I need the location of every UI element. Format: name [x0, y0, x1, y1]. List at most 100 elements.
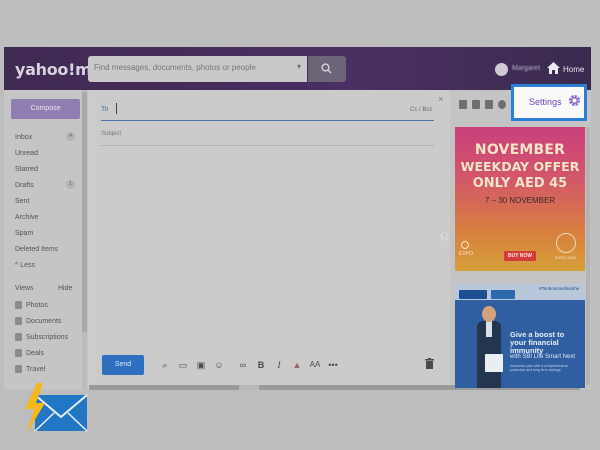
- search-box[interactable]: ▾: [88, 56, 307, 82]
- calendar-icon[interactable]: [472, 100, 480, 109]
- sidebar-item-label: Deals: [26, 349, 44, 357]
- scrollbar-thumb[interactable]: [82, 92, 87, 332]
- sidebar-scrollbar[interactable]: [82, 90, 87, 390]
- to-underline: [101, 120, 434, 121]
- sidebar-item-starred[interactable]: Starred: [15, 166, 75, 173]
- travel-icon: [15, 365, 22, 373]
- subject-underline: [101, 145, 434, 146]
- ad-fine-print: Insurance plan with a comprehensive prot…: [510, 364, 568, 372]
- buy-now-button[interactable]: BUY NOW: [504, 251, 536, 261]
- medal-icon: [556, 233, 576, 253]
- ad-hashtag: #Tenbosmoefanishe: [539, 286, 580, 291]
- sidebar-item-unread[interactable]: Unread: [15, 150, 75, 157]
- more-options-icon[interactable]: •••: [327, 359, 339, 371]
- ad-headline: WEEKDAY OFFER: [460, 159, 580, 174]
- ad-expo-offer[interactable]: NOVEMBER WEEKDAY OFFER ONLY AED 45 7 – 3…: [455, 127, 585, 271]
- sidebar-item-label: Subscriptions: [26, 333, 69, 341]
- sidebar-item-label: Inbox: [15, 134, 33, 141]
- sidebar-item-sent[interactable]: Sent: [15, 198, 75, 205]
- sidebar-item-subscriptions[interactable]: Subscriptions: [15, 333, 68, 341]
- sidebar-item-label: Deleted Items: [15, 246, 59, 253]
- gif-icon[interactable]: ▭: [177, 359, 189, 371]
- sidebar: Compose Inbox 4 Unread Starred Drafts 1 …: [4, 90, 88, 390]
- sidebar-item-spam[interactable]: Spam: [15, 230, 75, 237]
- subscriptions-icon: [15, 333, 22, 341]
- search-button[interactable]: [308, 56, 346, 82]
- settings-label: Settings: [529, 97, 562, 107]
- ad-headline: Give a boost to your financial immunity: [510, 330, 565, 355]
- expo-logo-icon: [461, 241, 469, 249]
- home-link[interactable]: Home: [563, 65, 584, 74]
- count-badge: 1: [66, 180, 75, 189]
- ad-person-image: [477, 306, 503, 388]
- notepad-icon[interactable]: [485, 100, 493, 109]
- views-heading: Views: [15, 285, 34, 292]
- ad-insurance[interactable]: #Tenbosmoefanishe Give a boost to your f…: [455, 284, 585, 388]
- sidebar-item-label: ^ Less: [15, 262, 36, 269]
- avatar[interactable]: [495, 63, 508, 76]
- settings-button[interactable]: Settings: [511, 84, 587, 121]
- scrollbar-thumb[interactable]: [239, 385, 259, 390]
- ad-product: with SBI Life Smart Next: [510, 354, 576, 360]
- sidebar-item-inbox[interactable]: Inbox 4: [15, 132, 75, 141]
- photos-icon: [15, 301, 22, 309]
- sidebar-item-deleted[interactable]: Deleted Items: [15, 246, 75, 253]
- sidebar-item-label: Photos: [26, 301, 48, 309]
- to-label: To: [101, 106, 109, 113]
- sidebar-item-travel[interactable]: Travel: [15, 365, 45, 373]
- attach-icon[interactable]: ⌕: [159, 359, 171, 371]
- trash-icon[interactable]: [425, 358, 434, 369]
- ad-brand: EXPO 2020: [555, 255, 577, 260]
- sidebar-item-deals[interactable]: Deals: [15, 349, 44, 357]
- text-color-icon[interactable]: ▲: [291, 359, 303, 371]
- mail-lightning-logo-icon: [25, 383, 88, 433]
- link-icon[interactable]: ∞: [237, 359, 249, 371]
- sidebar-item-photos[interactable]: Photos: [15, 301, 48, 309]
- send-button[interactable]: Send: [102, 355, 144, 375]
- ad-price: ONLY AED 45: [472, 176, 568, 191]
- chevron-down-icon[interactable]: ▾: [297, 62, 301, 71]
- sidebar-item-label: Sent: [15, 198, 30, 205]
- document-icon: [15, 317, 22, 325]
- search-input[interactable]: [94, 63, 284, 72]
- sidebar-item-drafts[interactable]: Drafts 1: [15, 180, 75, 189]
- hide-views-link[interactable]: Hide: [58, 285, 72, 292]
- close-icon[interactable]: ×: [438, 94, 443, 104]
- sticker-icon[interactable]: ▣: [195, 359, 207, 371]
- sidebar-item-archive[interactable]: Archive: [15, 214, 75, 221]
- count-badge: 4: [66, 132, 75, 141]
- sidebar-item-label: Documents: [26, 317, 62, 325]
- sidebar-item-label: Drafts: [15, 182, 34, 189]
- help-icon[interactable]: [498, 100, 506, 109]
- insurer-logo: [491, 290, 515, 299]
- sidebar-item-label: Starred: [15, 166, 38, 173]
- home-icon[interactable]: [547, 62, 560, 74]
- deals-icon: [15, 349, 22, 357]
- font-size-icon[interactable]: AA: [309, 359, 321, 371]
- gear-icon: [569, 95, 580, 106]
- sidebar-item-label: Unread: [15, 150, 38, 157]
- ad-headline: NOVEMBER: [474, 142, 566, 158]
- sidebar-item-documents[interactable]: Documents: [15, 317, 61, 325]
- sidebar-item-label: Spam: [15, 230, 34, 237]
- emoji-icon[interactable]: ☺: [213, 359, 225, 371]
- top-header: yahoo!mail ▾ Margaret Home: [4, 47, 591, 90]
- sidebar-item-less[interactable]: ^ Less: [15, 262, 75, 269]
- compose-toolbar: ⌕ ▭ ▣ ☺ ∞ B I ▲ AA •••: [159, 359, 339, 371]
- ad-card: [485, 354, 503, 372]
- subject-field[interactable]: Subject: [101, 131, 121, 137]
- rail-scrollbar[interactable]: [586, 127, 590, 385]
- ad-dates: 7 – 30 NOVEMBER: [484, 196, 556, 205]
- cc-bcc-link[interactable]: Cc / Bcc: [410, 107, 432, 113]
- bank-logo: [459, 290, 487, 299]
- search-icon: [321, 63, 332, 74]
- to-field[interactable]: [116, 103, 117, 114]
- ad-brand: EXPO: [459, 251, 473, 257]
- chevron-left-icon[interactable]: ‹: [440, 232, 449, 241]
- rail-icon-bar: [459, 100, 506, 109]
- italic-icon[interactable]: I: [273, 359, 285, 371]
- username[interactable]: Margaret: [512, 65, 540, 72]
- contacts-icon[interactable]: [459, 100, 467, 109]
- compose-button[interactable]: Compose: [11, 99, 80, 119]
- bold-icon[interactable]: B: [255, 359, 267, 371]
